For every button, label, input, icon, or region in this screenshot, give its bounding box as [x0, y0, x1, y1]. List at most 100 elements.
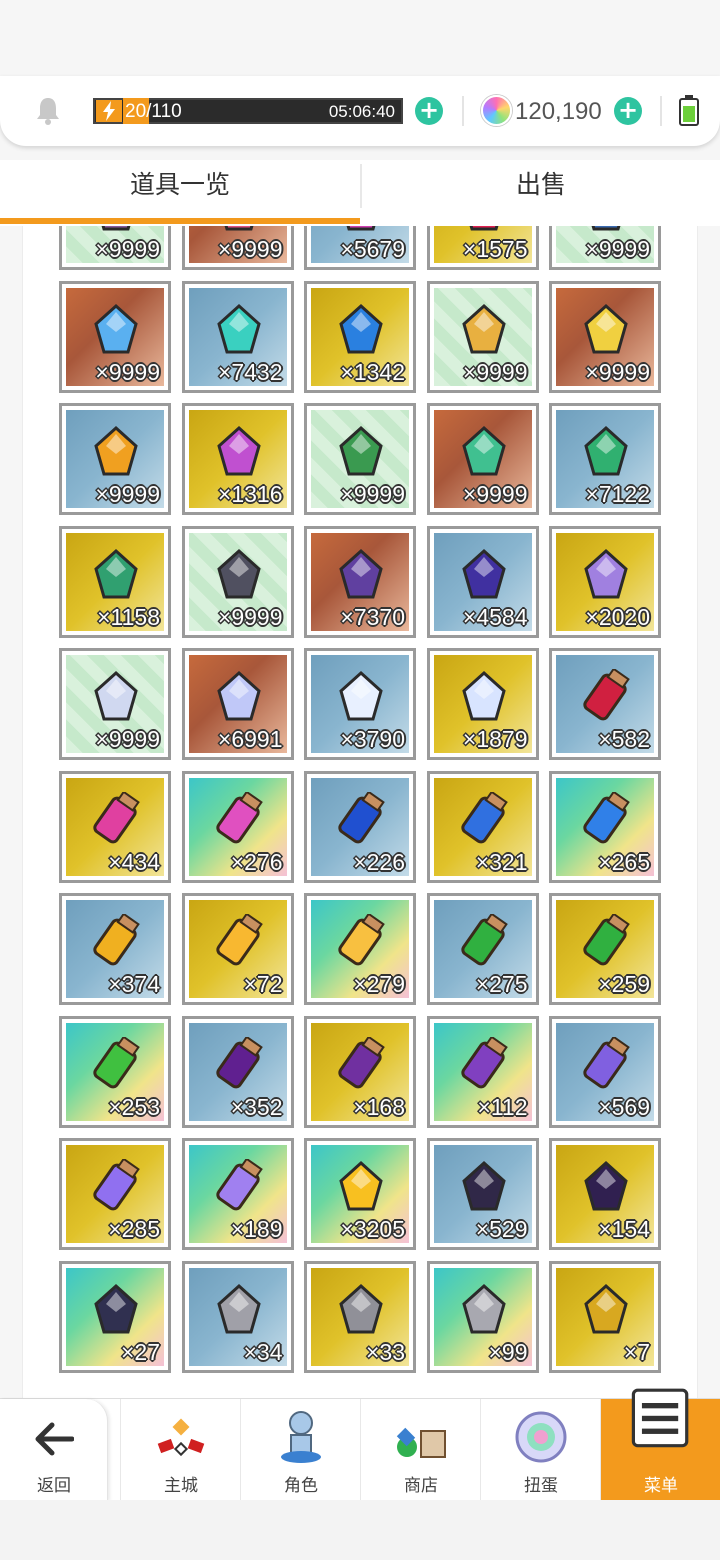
inventory-item[interactable]: ×279 — [304, 893, 416, 1005]
inventory-item[interactable]: ×168 — [304, 1015, 416, 1128]
add-stamina-button[interactable]: + — [415, 97, 443, 125]
character-icon — [281, 1411, 321, 1463]
nav-menu[interactable]: 菜单 — [600, 1388, 720, 1501]
back-arrow-icon — [34, 1421, 75, 1463]
nav-menu-label: 菜单 — [644, 1476, 678, 1496]
silver-shard-icon — [216, 1283, 261, 1333]
inventory-item[interactable]: ×7370 — [304, 525, 416, 638]
inventory-item[interactable]: ×9999 — [426, 403, 539, 515]
bell-icon[interactable] — [34, 96, 62, 126]
inventory-item[interactable]: ×1342 — [304, 280, 416, 393]
item-background: ×7122 — [556, 410, 654, 508]
item-background: ×1879 — [433, 655, 532, 753]
inventory-item[interactable]: ×226 — [304, 770, 416, 883]
ruby-gem-icon — [469, 226, 498, 231]
inventory-item[interactable]: ×285 — [59, 1138, 171, 1250]
nav-castle[interactable]: 主城 — [120, 1399, 240, 1501]
red-scroll-icon — [583, 669, 630, 721]
inventory-item[interactable]: ×9999 — [181, 525, 294, 638]
inventory-item[interactable]: ×352 — [181, 1015, 294, 1128]
castle-icon — [157, 1418, 205, 1457]
inventory-item[interactable]: ×582 — [549, 648, 661, 760]
add-currency-button[interactable]: + — [614, 97, 642, 125]
nav-gacha[interactable]: 扭蛋 — [480, 1399, 600, 1501]
item-background: ×9999 — [311, 410, 409, 508]
item-quantity: ×5679 — [340, 236, 405, 262]
item-background: ×7370 — [311, 532, 409, 631]
rune-card-icon — [584, 1160, 628, 1211]
inventory-item[interactable]: ×189 — [181, 1138, 294, 1250]
inventory-item[interactable]: ×9999 — [59, 648, 171, 760]
item-quantity: ×374 — [108, 971, 160, 997]
inventory-item[interactable]: ×259 — [549, 893, 661, 1005]
green-scroll-icon — [93, 1036, 140, 1088]
lavender-scroll-icon — [93, 1159, 140, 1211]
inventory-item[interactable]: ×265 — [549, 770, 661, 883]
item-background: ×9999 — [433, 287, 532, 386]
teal-crystal-icon — [216, 303, 261, 353]
inventory-item[interactable]: ×99 — [426, 1260, 539, 1373]
item-quantity: ×7432 — [217, 358, 283, 385]
inventory-item[interactable]: ×1575 — [426, 226, 539, 270]
inventory-item[interactable]: ×27 — [59, 1260, 171, 1373]
inventory-item[interactable]: ×112 — [426, 1015, 539, 1128]
tab-item-list[interactable]: 道具一览 — [0, 160, 360, 218]
inventory-item[interactable]: ×9999 — [59, 280, 171, 393]
item-background: ×9999 — [433, 410, 532, 508]
item-background: ×9999 — [556, 226, 654, 263]
inventory-item[interactable]: ×9999 — [549, 280, 661, 393]
item-background: ×279 — [311, 900, 409, 998]
inventory-item[interactable]: ×9999 — [304, 403, 416, 515]
inventory-item[interactable]: ×276 — [181, 770, 294, 883]
inventory-item[interactable]: ×3790 — [304, 648, 416, 760]
inventory-item[interactable]: ×9999 — [59, 403, 171, 515]
yellow-scroll-icon — [338, 914, 385, 966]
inventory-item[interactable]: ×9999 — [59, 226, 171, 270]
inventory-item[interactable]: ×1158 — [59, 525, 171, 638]
blue-shard-icon — [94, 303, 138, 353]
inventory-item[interactable]: ×434 — [59, 770, 171, 883]
inventory-item[interactable]: ×1316 — [181, 403, 294, 515]
system-nav-area — [0, 1500, 720, 1560]
item-quantity: ×9999 — [340, 481, 405, 507]
inventory-item[interactable]: ×9999 — [549, 226, 661, 270]
inventory-item[interactable]: ×72 — [181, 893, 294, 1005]
inventory-item[interactable]: ×9999 — [426, 280, 539, 393]
inventory-item[interactable]: ×374 — [59, 893, 171, 1005]
inventory-item[interactable]: ×529 — [426, 1138, 539, 1250]
purple-scroll-icon — [338, 1036, 385, 1088]
inventory-item[interactable]: ×34 — [181, 1260, 294, 1373]
inventory-item[interactable]: ×253 — [59, 1015, 171, 1128]
inventory-item[interactable]: ×7432 — [181, 280, 294, 393]
item-quantity: ×99 — [488, 1338, 528, 1365]
inventory-item[interactable]: ×7 — [549, 1260, 661, 1373]
inventory-item[interactable]: ×4584 — [426, 525, 539, 638]
inventory-item[interactable]: ×275 — [426, 893, 539, 1005]
inventory-item[interactable]: ×3205 — [304, 1138, 416, 1250]
inventory-item[interactable]: ×33 — [304, 1260, 416, 1373]
item-quantity: ×189 — [230, 1216, 283, 1242]
item-quantity: ×6991 — [217, 726, 283, 752]
menu-icon — [631, 1388, 689, 1448]
inventory-item[interactable]: ×6991 — [181, 648, 294, 760]
nav-shop[interactable]: 商店 — [360, 1399, 480, 1501]
item-grid-panel[interactable]: ×9999 ×9999 ×5679 ×1575 ×9999 ×9999 ×7432 ×1342… — [22, 226, 698, 1406]
item-quantity: ×7122 — [585, 481, 650, 507]
inventory-item[interactable]: ×9999 — [181, 226, 294, 270]
nav-character[interactable]: 角色 — [240, 1399, 360, 1501]
inventory-item[interactable]: ×1879 — [426, 648, 539, 760]
item-background: ×285 — [66, 1145, 164, 1243]
inventory-item[interactable]: ×154 — [549, 1138, 661, 1250]
item-quantity: ×1158 — [97, 603, 160, 630]
back-button[interactable]: 返回 — [0, 1399, 108, 1501]
inventory-item[interactable]: ×5679 — [304, 226, 416, 270]
inventory-item[interactable]: ×7122 — [549, 403, 661, 515]
inventory-item[interactable]: ×321 — [426, 770, 539, 883]
item-quantity: ×352 — [230, 1093, 283, 1120]
item-background: ×259 — [556, 900, 654, 998]
pink-scroll-icon — [93, 791, 140, 843]
tab-sell[interactable]: 出售 — [361, 160, 720, 218]
inventory-item[interactable]: ×2020 — [549, 525, 661, 638]
blue-ore-icon — [591, 226, 621, 231]
inventory-item[interactable]: ×569 — [549, 1015, 661, 1128]
